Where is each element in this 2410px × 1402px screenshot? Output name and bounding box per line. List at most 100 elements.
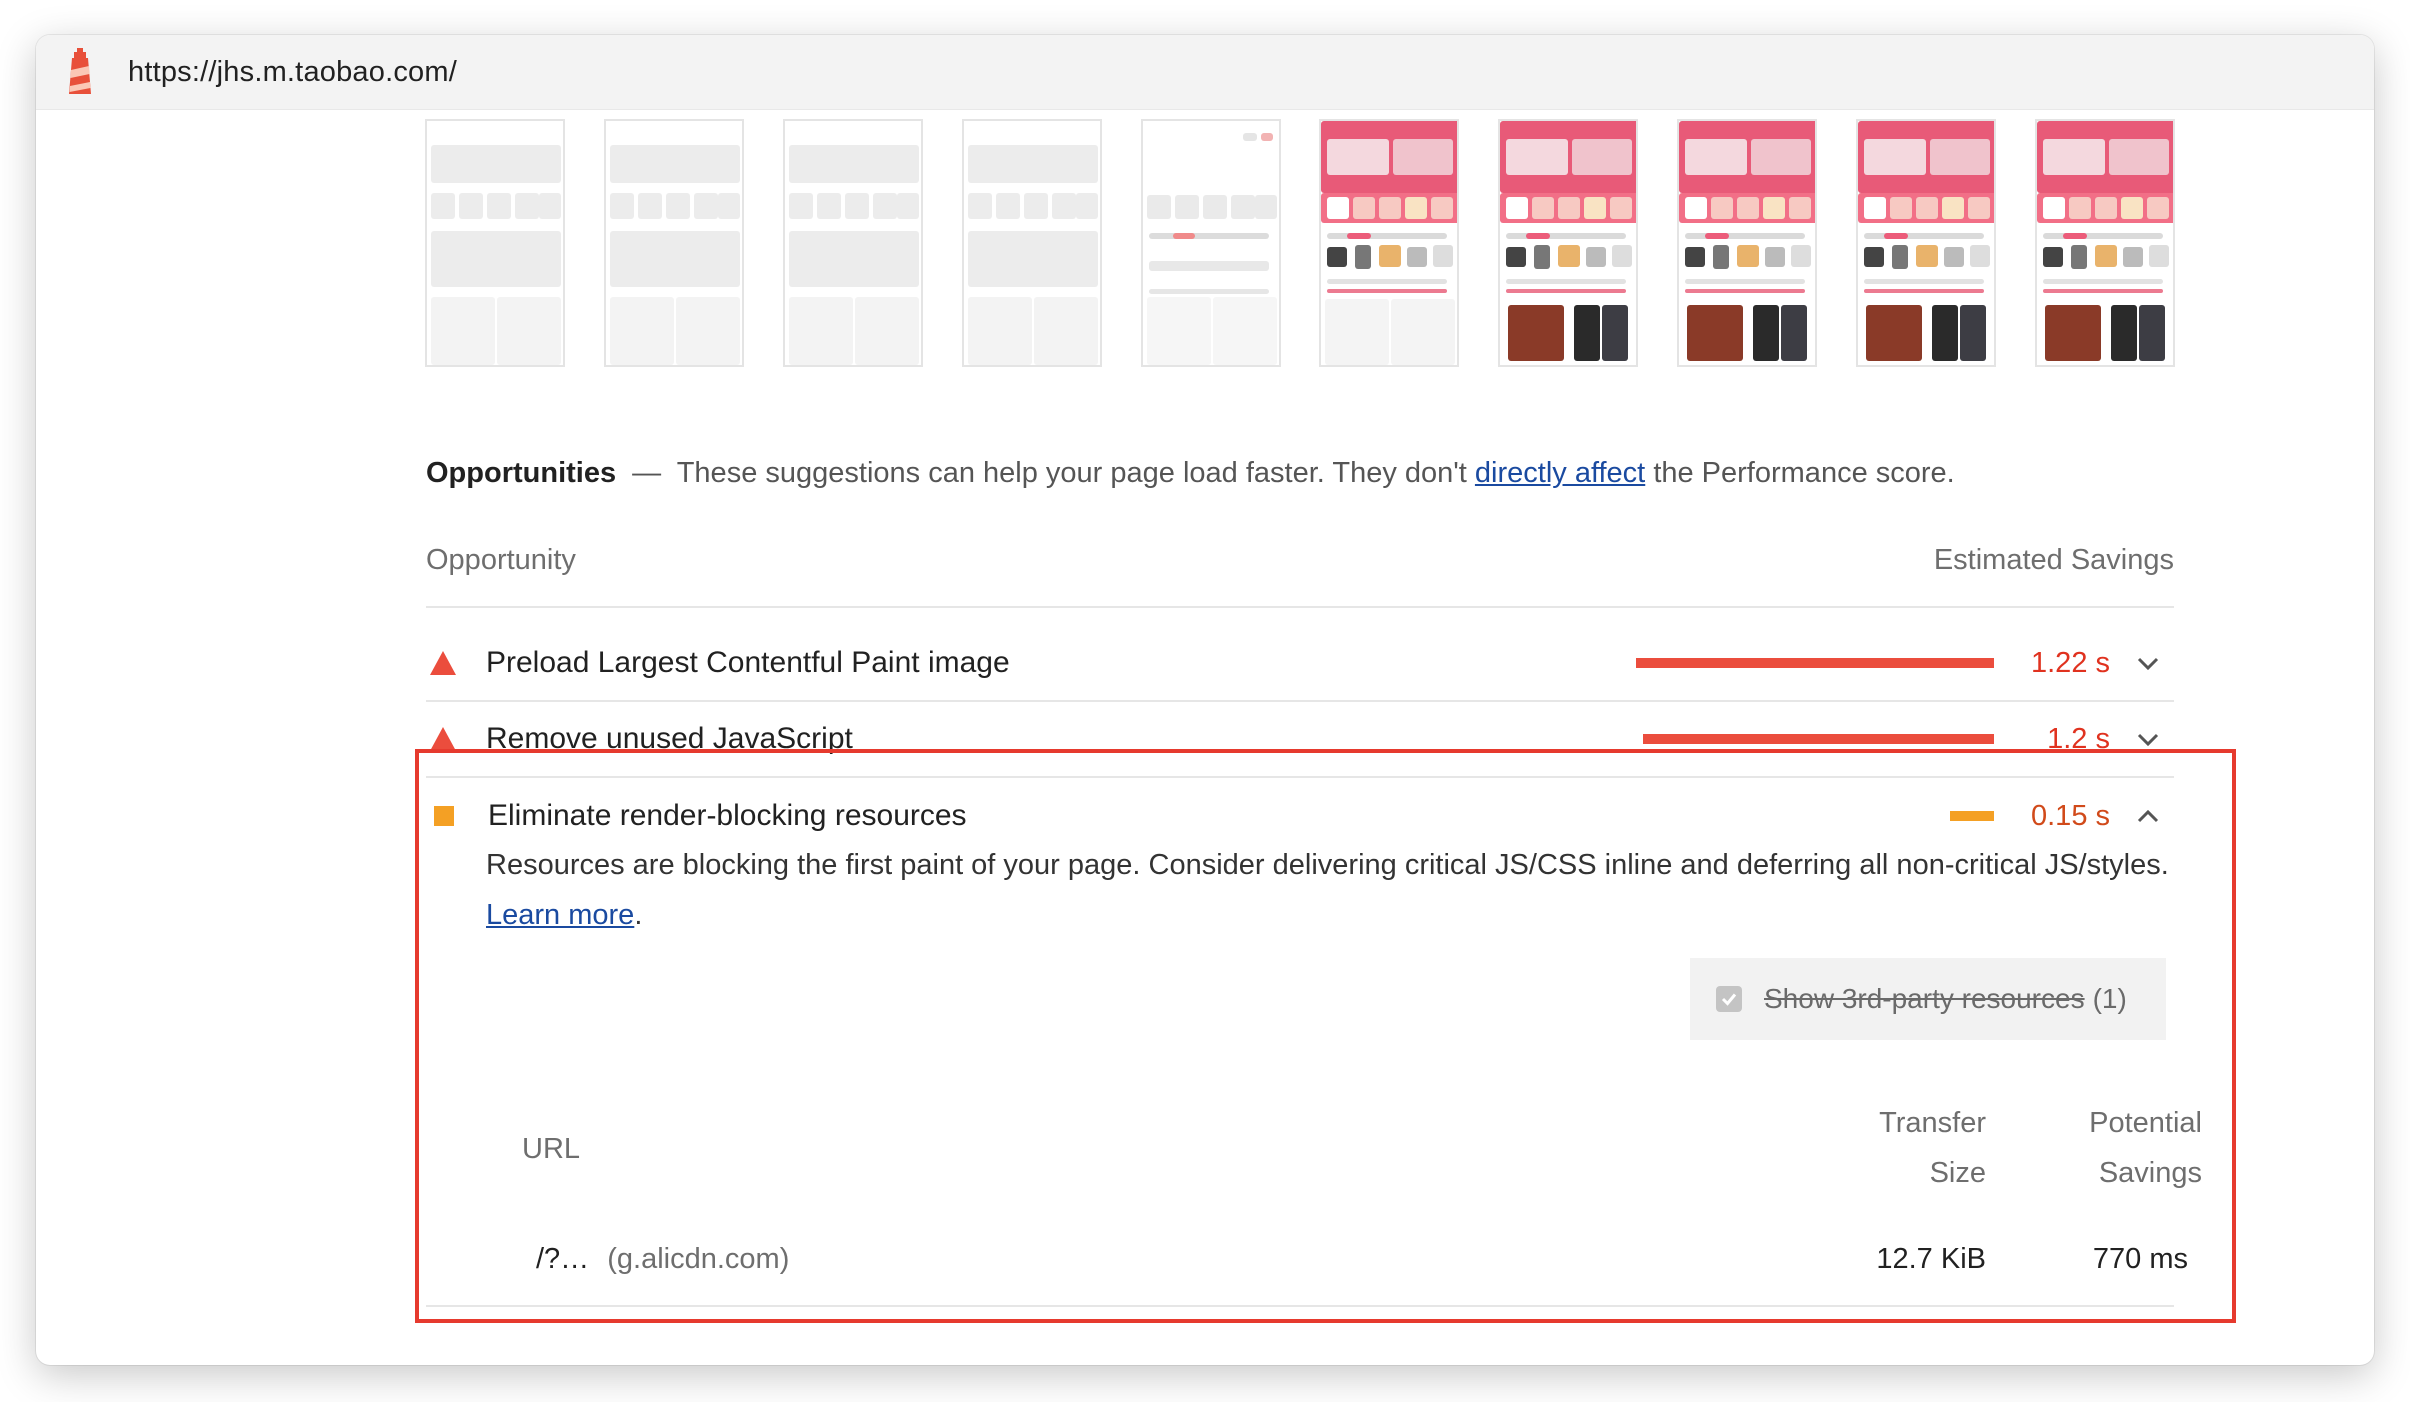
savings-value: 1.22 s: [2031, 646, 2110, 679]
thumbnail-block: [1174, 195, 1199, 219]
fail-triangle-icon: [430, 651, 456, 675]
thumbnail-block: [1506, 279, 1627, 284]
thumbnail-block: [1968, 197, 1990, 219]
thumbnail-block: [1327, 233, 1448, 239]
thumbnail-block: [2068, 197, 2091, 219]
thumbnail-block: [1791, 245, 1812, 267]
header-text: These suggestions can help your page loa…: [676, 457, 1467, 489]
thumbnail-block: [1685, 289, 1806, 293]
thumbnail-block: [1148, 233, 1269, 239]
thumbnail-block: [1327, 289, 1448, 293]
table-header-transfer: Transfer Size: [1800, 1098, 1986, 1198]
opportunities-header: Opportunities — These suggestions can he…: [426, 451, 2174, 495]
thumbnail-block: [1586, 247, 1607, 267]
thumbnail-block: [1942, 197, 1964, 219]
thumbnail-block: [1890, 197, 1912, 219]
thumbnail-block: [788, 297, 853, 365]
row-transfer-size: 12.7 KiB: [1876, 1243, 1986, 1275]
audit-preload-lcp[interactable]: Preload Largest Contentful Paint image 1…: [426, 626, 2174, 702]
thumbnail-block: [609, 145, 740, 183]
thumbnail-block: [1685, 279, 1806, 284]
thumbnail-block: [2042, 289, 2163, 293]
page-url[interactable]: https://jhs.m.taobao.com/: [128, 56, 457, 89]
third-party-checkbox[interactable]: [1716, 986, 1742, 1012]
thumbnail-block: [995, 193, 1020, 219]
thumbnail-block: [1737, 197, 1760, 219]
divider: [426, 1305, 2174, 1307]
thumbnail-block: [609, 297, 674, 365]
thumbnail-block: [1864, 247, 1884, 267]
thumbnail-block: [1212, 297, 1277, 365]
thumbnail-block: [431, 231, 561, 287]
thumbnail-block: [1751, 139, 1812, 175]
thumbnail-block: [1051, 193, 1076, 219]
thumbnail-block: [1353, 197, 1376, 219]
audit-title: Preload Largest Contentful Paint image: [486, 646, 1010, 679]
thumbnail-block: [1930, 139, 1990, 175]
directly-affect-link[interactable]: directly affect: [1475, 457, 1645, 489]
thumbnail-block: [1574, 305, 1601, 361]
thumbnail-block: [1705, 233, 1730, 239]
thumbnail-block: [1506, 139, 1569, 175]
thumbnail-block: [1526, 233, 1551, 239]
thumbnail-block: [854, 297, 919, 365]
thumbnail-block: [1864, 233, 1984, 239]
header-transfer-line2: Size: [1929, 1157, 1986, 1189]
thumbnail-block: [1685, 197, 1708, 219]
thumbnail-block: [487, 193, 511, 219]
filmstrip-frame: [1319, 119, 1460, 367]
thumbnail-block: [1685, 139, 1748, 175]
description-period: .: [634, 899, 643, 931]
thumbnail-block: [1347, 233, 1372, 239]
thumbnail-block: [1711, 197, 1734, 219]
filmstrip-frame: [1498, 119, 1639, 367]
thumbnail-block: [1892, 245, 1908, 269]
thumbnail-block: [1960, 305, 1986, 361]
thumbnail-block: [1230, 195, 1255, 219]
checkmark-icon: [1721, 993, 1737, 1006]
fail-triangle-icon: [430, 727, 456, 751]
row-potential-savings: 770 ms: [2092, 1243, 2188, 1275]
table-header-savings: Potential Savings: [1990, 1098, 2202, 1198]
thumbnail-block: [2042, 279, 2163, 284]
thumbnail-block: [1148, 261, 1269, 271]
audit-description: Resources are blocking the first paint o…: [486, 840, 2176, 940]
thumbnail-block: [609, 193, 634, 219]
chevron-down-icon[interactable]: [2136, 651, 2160, 675]
filmstrip: [425, 119, 2175, 375]
thumbnail-block: [2042, 233, 2163, 239]
thumbnail-block: [2042, 197, 2065, 219]
column-estimated-savings: Estimated Savings: [1933, 544, 2174, 576]
chevron-down-icon[interactable]: [2136, 727, 2160, 751]
thumbnail-block: [1393, 139, 1454, 175]
thumbnail-block: [1763, 197, 1786, 219]
thumbnail-block: [1866, 305, 1922, 361]
thumbnail-block: [2122, 247, 2143, 267]
thumbnail-block: [2108, 139, 2169, 175]
filmstrip-frame: [1140, 119, 1281, 367]
thumbnail-block: [1405, 197, 1428, 219]
third-party-filter[interactable]: Show 3rd-party resources (1): [1690, 958, 2166, 1040]
thumbnail-block: [431, 297, 495, 365]
thumbnail-block: [2044, 305, 2101, 361]
thumbnail-block: [816, 193, 841, 219]
thumbnail-block: [1737, 245, 1760, 267]
thumbnail-block: [1781, 305, 1808, 361]
row-url[interactable]: /?…: [536, 1243, 589, 1275]
thumbnail-block: [1431, 197, 1454, 219]
thumbnail-block: [431, 193, 455, 219]
thumbnail-block: [1572, 139, 1633, 175]
thumbnail-block: [1612, 245, 1633, 267]
thumbnail-block: [1506, 197, 1529, 219]
thumbnail-block: [967, 297, 1032, 365]
thumbnail-block: [1327, 139, 1390, 175]
thumbnail-block: [1602, 305, 1629, 361]
description-text: Resources are blocking the first paint o…: [486, 849, 2169, 881]
thumbnail-block: [967, 145, 1098, 183]
header-text-after: the Performance score.: [1653, 457, 1955, 489]
filmstrip-frame: [425, 119, 565, 367]
thumbnail-block: [788, 231, 919, 287]
learn-more-link[interactable]: Learn more: [486, 899, 634, 931]
thumbnail-block: [1532, 197, 1555, 219]
thumbnail-block: [539, 193, 561, 219]
